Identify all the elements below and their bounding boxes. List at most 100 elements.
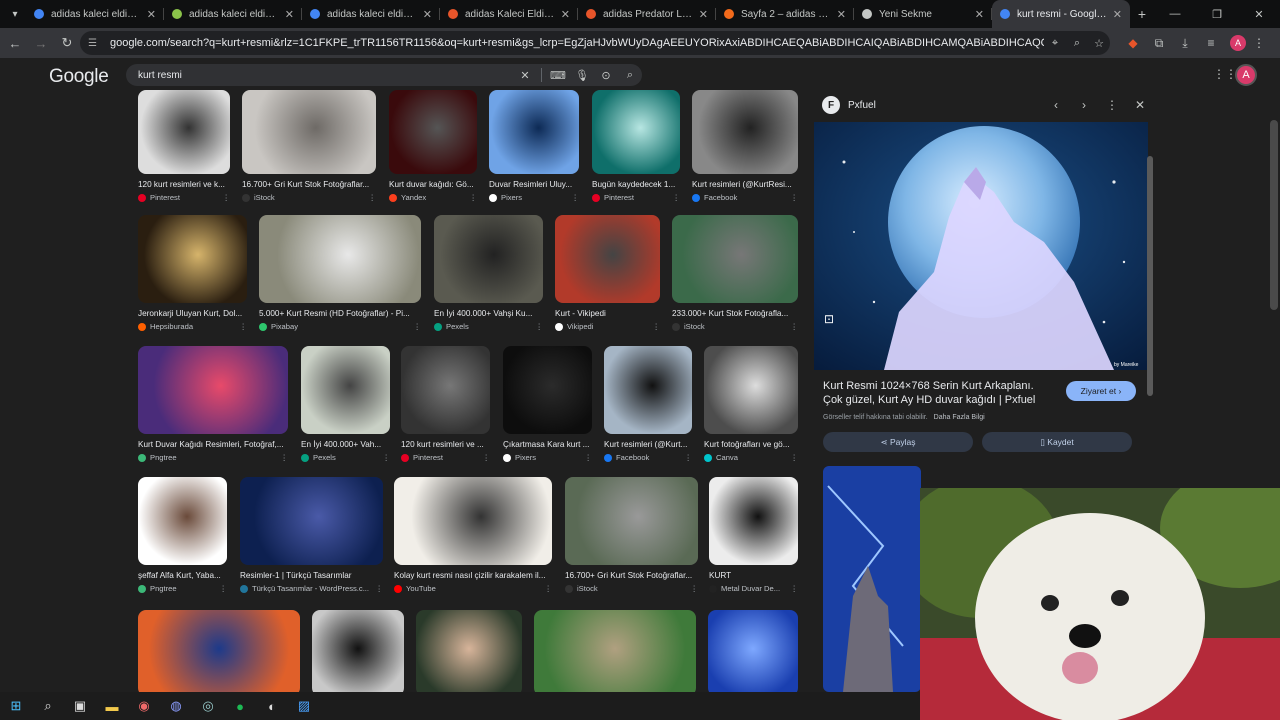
- download-icon[interactable]: ⤓: [1172, 31, 1198, 55]
- search-box[interactable]: kurt resmi ✕ ⌨ 🎙 ⊙ ⌕: [126, 64, 642, 86]
- result-source[interactable]: Yandex ⋮: [389, 193, 477, 202]
- result-thumbnail[interactable]: [312, 610, 404, 692]
- preview-image[interactable]: by Mareike: [814, 122, 1148, 370]
- result-caption[interactable]: Kurt resimleri (@KurtResi...: [692, 180, 798, 189]
- tab-close-icon[interactable]: ✕: [561, 8, 570, 21]
- image-result-card[interactable]: 120 kurt resimleri ve ... Pinterest ⋮: [401, 346, 490, 462]
- visual-search-icon[interactable]: ⊡: [824, 312, 842, 330]
- image-result-card[interactable]: 5.000+ Kurt Resmi (HD Fotoğraflar) - Pi.…: [259, 215, 421, 331]
- result-source[interactable]: Pixabay ⋮: [259, 322, 421, 331]
- google-logo[interactable]: Google: [49, 66, 109, 88]
- next-image-icon[interactable]: ›: [1070, 98, 1098, 112]
- result-thumbnail[interactable]: [138, 477, 227, 565]
- result-more-icon[interactable]: ⋮: [790, 193, 798, 202]
- extensions-puzzle-icon[interactable]: ⧉: [1146, 31, 1172, 55]
- task-view-icon[interactable]: ▣: [64, 692, 96, 720]
- start-windows-icon[interactable]: ⊞: [0, 692, 32, 720]
- image-result-card[interactable]: [534, 610, 696, 692]
- result-thumbnail[interactable]: [138, 610, 300, 692]
- result-thumbnail[interactable]: [389, 90, 477, 174]
- image-result-card[interactable]: Bugün kaydedecek 1... Pinterest ⋮: [592, 90, 680, 202]
- previous-image-icon[interactable]: ‹: [1042, 98, 1070, 112]
- browser-tab[interactable]: kurt resmi - Google'da Ar ✕: [992, 0, 1130, 28]
- image-result-card[interactable]: Kurt resimleri (@KurtResi... Facebook ⋮: [692, 90, 798, 202]
- close-panel-icon[interactable]: ✕: [1126, 98, 1154, 112]
- result-source[interactable]: Canva ⋮: [704, 453, 798, 462]
- clear-search-icon[interactable]: ✕: [513, 69, 537, 82]
- result-caption[interactable]: En İyi 400.000+ Vahşi Ku...: [434, 309, 543, 318]
- restore-button[interactable]: ❐: [1196, 0, 1238, 28]
- tab-search-button[interactable]: ▾: [4, 4, 26, 24]
- tab-close-icon[interactable]: ✕: [975, 8, 984, 21]
- photos-app-icon[interactable]: ▨: [288, 692, 320, 720]
- image-result-card[interactable]: 120 kurt resimleri ve k... Pinterest ⋮: [138, 90, 230, 202]
- reading-list-icon[interactable]: ≡: [1198, 31, 1224, 55]
- result-source[interactable]: Pinterest ⋮: [592, 193, 680, 202]
- image-result-card[interactable]: En İyi 400.000+ Vah... Pexels ⋮: [301, 346, 390, 462]
- tab-close-icon[interactable]: ✕: [285, 8, 294, 21]
- tab-close-icon[interactable]: ✕: [423, 8, 432, 21]
- image-result-card[interactable]: [416, 610, 522, 692]
- result-thumbnail[interactable]: [534, 610, 696, 692]
- result-more-icon[interactable]: ⋮: [652, 322, 660, 331]
- result-more-icon[interactable]: ⋮: [571, 193, 579, 202]
- result-thumbnail[interactable]: [301, 346, 390, 434]
- result-source[interactable]: Pngtree ⋮: [138, 453, 288, 462]
- image-result-card[interactable]: [138, 610, 300, 692]
- result-source[interactable]: Vikipedi ⋮: [555, 322, 660, 331]
- result-thumbnail[interactable]: [592, 90, 680, 174]
- panel-site-name[interactable]: Pxfuel: [848, 100, 1042, 111]
- result-caption[interactable]: Kolay kurt resmi nasıl çizilir karakalem…: [394, 571, 552, 580]
- taskbar-search-icon[interactable]: ⌕: [32, 692, 64, 720]
- result-more-icon[interactable]: ⋮: [684, 453, 692, 462]
- image-result-card[interactable]: Çıkartmasa Kara kurt ... Pixers ⋮: [503, 346, 592, 462]
- image-result-card[interactable]: Kolay kurt resmi nasıl çizilir karakalem…: [394, 477, 552, 593]
- image-result-card[interactable]: Jeronkarji Uluyan Kurt, Dol... Hepsiburad…: [138, 215, 247, 331]
- location-icon[interactable]: ⌖: [1044, 37, 1066, 50]
- browser-tab[interactable]: adidas Predator Lg Kaleci ✕: [578, 0, 716, 28]
- result-thumbnail[interactable]: [242, 90, 376, 174]
- result-caption[interactable]: Resimler-1 | Türkçü Tasarımlar: [240, 571, 383, 580]
- save-button[interactable]: ▯ Kaydet: [982, 432, 1132, 452]
- image-result-card[interactable]: Kurt fotoğrafları ve gö... Canva ⋮: [704, 346, 798, 462]
- result-source[interactable]: Pexels ⋮: [434, 322, 543, 331]
- result-source[interactable]: Facebook ⋮: [604, 453, 692, 462]
- result-more-icon[interactable]: ⋮: [535, 322, 543, 331]
- page-scrollbar[interactable]: [1270, 120, 1278, 310]
- result-more-icon[interactable]: ⋮: [482, 453, 490, 462]
- result-caption[interactable]: 16.700+ Gri Kurt Stok Fotoğraflar...: [565, 571, 698, 580]
- result-caption[interactable]: Bugün kaydedecek 1...: [592, 180, 680, 189]
- result-more-icon[interactable]: ⋮: [382, 453, 390, 462]
- extension-fox-icon[interactable]: ◆: [1120, 31, 1146, 55]
- result-more-icon[interactable]: ⋮: [790, 322, 798, 331]
- lens-camera-icon[interactable]: ⊙: [594, 69, 618, 82]
- result-thumbnail[interactable]: [434, 215, 543, 303]
- result-more-icon[interactable]: ⋮: [790, 453, 798, 462]
- result-thumbnail[interactable]: [138, 346, 288, 434]
- result-caption[interactable]: şeffaf Alfa Kurt, Yaba...: [138, 571, 227, 580]
- result-caption[interactable]: Kurt duvar kağıdı: Gö...: [389, 180, 477, 189]
- result-caption[interactable]: Kurt - Vikipedi: [555, 309, 660, 318]
- spotify-icon[interactable]: ●: [224, 692, 256, 720]
- result-caption[interactable]: 5.000+ Kurt Resmi (HD Fotoğraflar) - Pi.…: [259, 309, 421, 318]
- result-thumbnail[interactable]: [604, 346, 692, 434]
- result-caption[interactable]: 233.000+ Kurt Stok Fotoğrafla...: [672, 309, 798, 318]
- result-more-icon[interactable]: ⋮: [368, 193, 376, 202]
- share-button[interactable]: ⋖ Paylaş: [823, 432, 973, 452]
- file-explorer-icon[interactable]: ▬: [96, 692, 128, 720]
- result-source[interactable]: Türkçü Tasarımlar - WordPress.c... ⋮: [240, 584, 383, 593]
- result-source[interactable]: iStock ⋮: [242, 193, 376, 202]
- result-thumbnail[interactable]: [555, 215, 660, 303]
- result-more-icon[interactable]: ⋮: [544, 584, 552, 593]
- image-result-card[interactable]: Duvar Resimleri Uluy... Pixers ⋮: [489, 90, 579, 202]
- google-account-avatar[interactable]: A: [1235, 64, 1257, 86]
- result-more-icon[interactable]: ⋮: [280, 453, 288, 462]
- chrome-icon[interactable]: ◉: [128, 692, 160, 720]
- new-tab-button[interactable]: +: [1130, 6, 1154, 22]
- result-thumbnail[interactable]: [240, 477, 383, 565]
- result-source[interactable]: YouTube ⋮: [394, 584, 552, 593]
- obs-icon[interactable]: ◐: [256, 692, 288, 720]
- result-caption[interactable]: Kurt resimleri (@Kurt...: [604, 440, 692, 449]
- result-thumbnail[interactable]: [489, 90, 579, 174]
- microphone-icon[interactable]: 🎙: [570, 69, 594, 82]
